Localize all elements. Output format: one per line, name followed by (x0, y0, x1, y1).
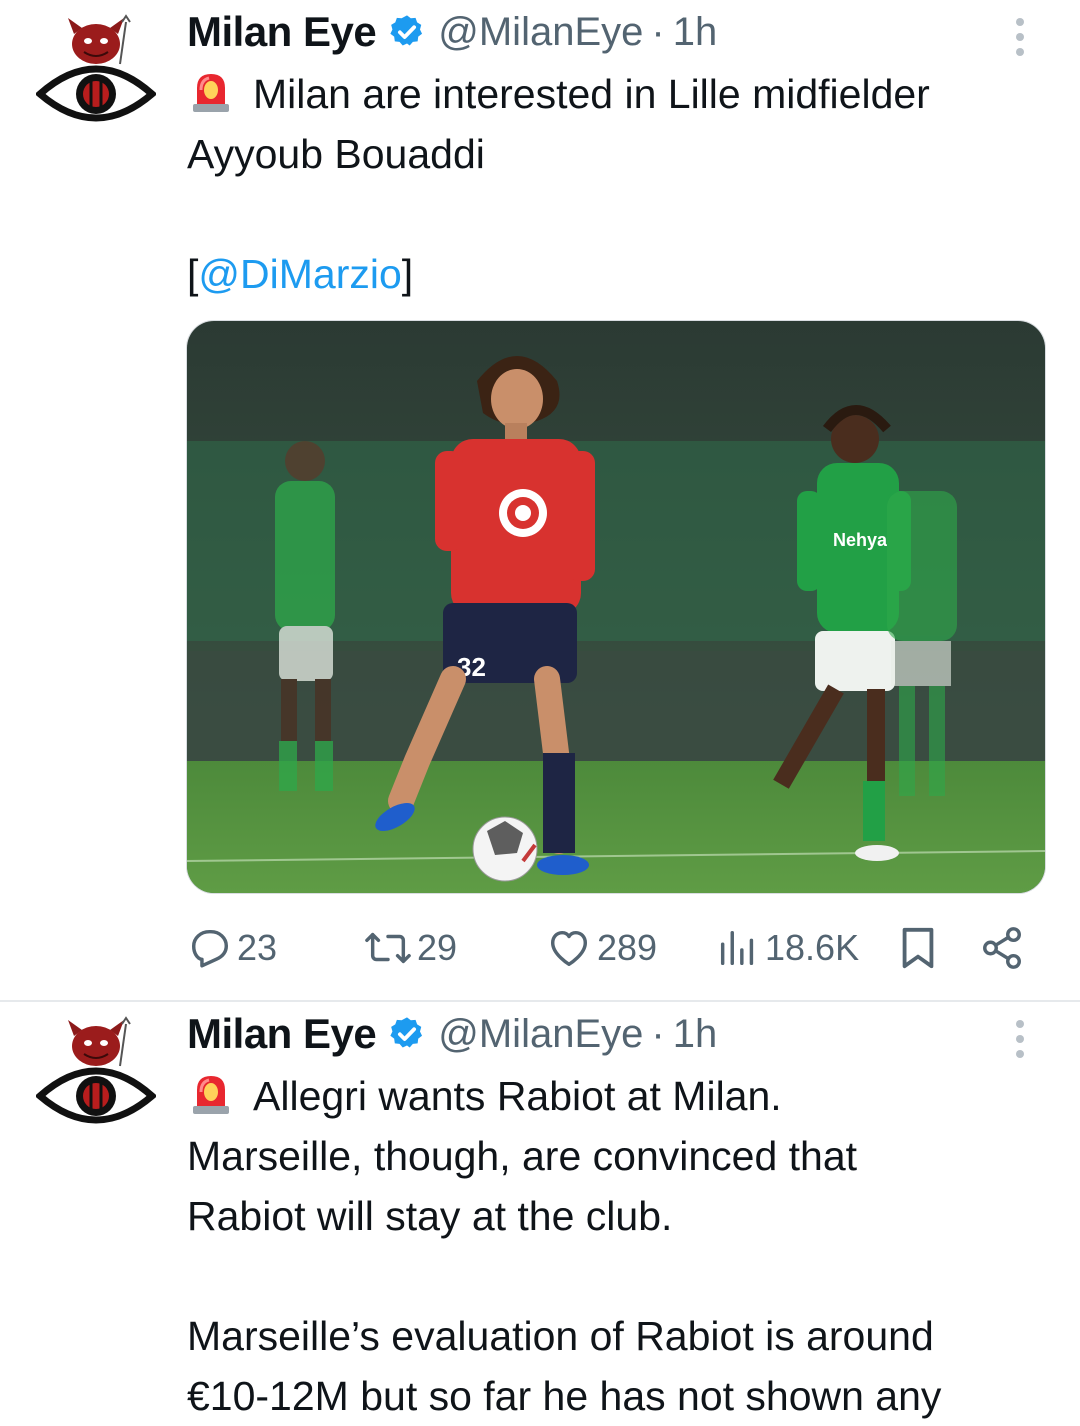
siren-emoji-icon (187, 66, 235, 114)
heart-icon (550, 930, 588, 967)
tweet-text-line: Ayyoub Bouaddi (187, 131, 485, 177)
verified-badge-icon (388, 13, 426, 51)
tweet-actions: 23 29 289 18.6K (187, 920, 1037, 976)
author-handle[interactable]: @MilanEye (438, 10, 643, 55)
milan-eye-logo-icon (34, 14, 158, 122)
avatar[interactable] (34, 1016, 158, 1128)
verified-badge-icon (388, 1015, 426, 1053)
tweet-header: Milan Eye @MilanEye · 1h (187, 1008, 717, 1060)
bookmark-icon (902, 927, 934, 969)
like-count: 289 (597, 927, 658, 968)
milan-eye-logo-icon (34, 1016, 158, 1124)
tweet-text-line: Rabiot will stay at the club. (187, 1193, 673, 1239)
tweet-header: Milan Eye @MilanEye · 1h (187, 6, 717, 58)
tweet-text-line: Allegri wants Rabiot at Milan. (253, 1073, 782, 1119)
author-handle[interactable]: @MilanEye (438, 1012, 643, 1057)
more-vertical-icon[interactable] (1009, 16, 1031, 58)
tweet-card[interactable]: Milan Eye @MilanEye · 1h (0, 0, 1080, 1000)
more-vertical-icon[interactable] (1009, 1018, 1031, 1060)
share-icon (983, 927, 1021, 969)
separator-dot: · (651, 1011, 665, 1056)
bookmark-button[interactable] (897, 920, 943, 976)
timestamp[interactable]: 1h (673, 10, 718, 55)
mention-handle[interactable]: @DiMarzio (198, 251, 401, 297)
repost-count: 29 (417, 927, 458, 968)
mention-link[interactable]: [@DiMarzio] (187, 251, 413, 297)
avatar[interactable] (34, 14, 158, 126)
separator-dot: · (651, 9, 665, 54)
tweet-text: Allegri wants Rabiot at Milan. Marseille… (187, 1066, 1047, 1426)
tweet-card[interactable]: Milan Eye @MilanEye · 1h (0, 1002, 1080, 1425)
views-count: 18.6K (765, 927, 860, 968)
views-chart-icon (720, 930, 754, 966)
reply-button[interactable]: 23 (187, 920, 277, 976)
views-button[interactable]: 18.6K (715, 920, 859, 976)
tweet-text-line: Milan are interested in Lille midfielder (253, 71, 930, 117)
repost-icon (365, 932, 411, 964)
tweet-text-line: Marseille’s evaluation of Rabiot is arou… (187, 1313, 934, 1359)
reply-icon (191, 929, 229, 968)
like-button[interactable]: 289 (545, 920, 657, 976)
author-name[interactable]: Milan Eye (187, 1010, 377, 1058)
share-button[interactable] (979, 920, 1029, 976)
repost-button[interactable]: 29 (363, 920, 457, 976)
timestamp[interactable]: 1h (673, 1012, 718, 1057)
tweet-text: Milan are interested in Lille midfielder… (187, 64, 1047, 304)
tweet-text-line: €10-12M but so far he has not shown any (187, 1373, 942, 1419)
siren-emoji-icon (187, 1068, 235, 1116)
reply-count: 23 (237, 927, 278, 968)
author-name[interactable]: Milan Eye (187, 8, 377, 56)
tweet-text-line: Marseille, though, are convinced that (187, 1133, 858, 1179)
tweet-image[interactable]: Nehya 32 (186, 320, 1046, 894)
svg-text:Nehya: Nehya (833, 530, 888, 550)
